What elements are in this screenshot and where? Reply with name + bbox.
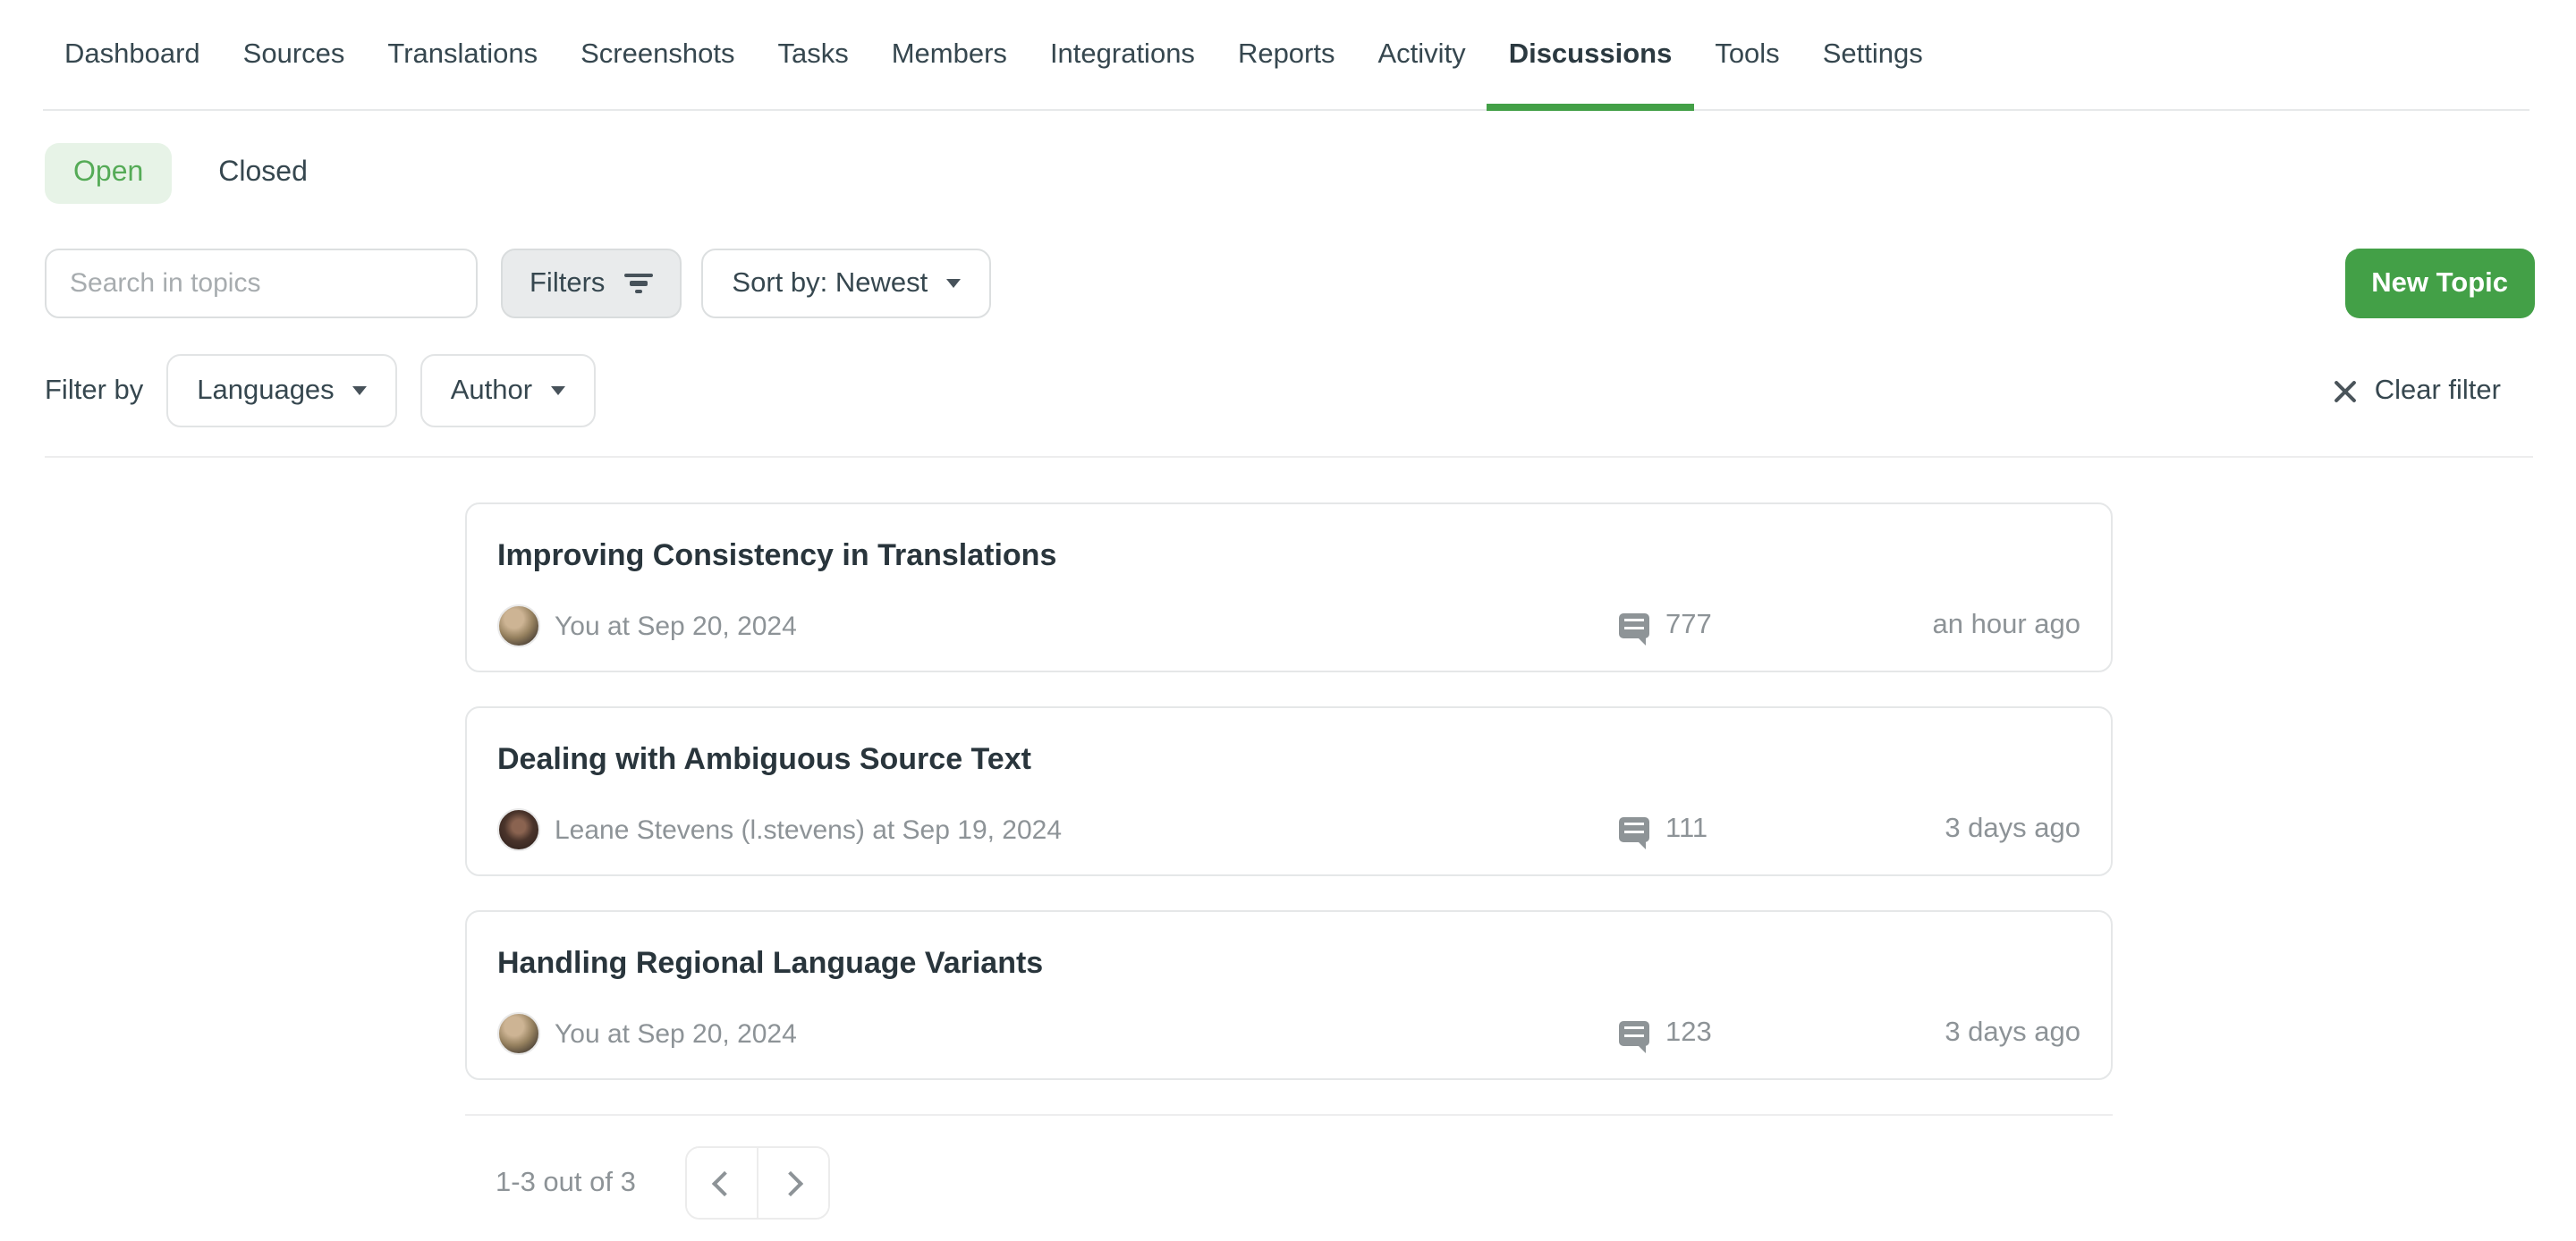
discussion-title[interactable]: Dealing with Ambiguous Source Text bbox=[497, 742, 2080, 778]
toolbar: Filters Sort by: Newest New Topic bbox=[45, 249, 2535, 318]
comment-icon bbox=[1619, 614, 1649, 638]
languages-dropdown-label: Languages bbox=[197, 375, 334, 407]
author-dropdown-label: Author bbox=[451, 375, 532, 407]
languages-dropdown[interactable]: Languages bbox=[166, 354, 396, 427]
nav-item-tools[interactable]: Tools bbox=[1693, 0, 1801, 109]
comment-icon bbox=[1619, 1022, 1649, 1046]
comment-counter: 111 bbox=[1619, 814, 1707, 846]
page-summary: 1-3 out of 3 bbox=[496, 1167, 636, 1199]
nav-item-activity[interactable]: Activity bbox=[1357, 0, 1487, 109]
nav-item-settings[interactable]: Settings bbox=[1801, 0, 1945, 109]
discussion-meta: You at Sep 20, 2024 777 an hour ago bbox=[497, 604, 2080, 647]
nav-item-members[interactable]: Members bbox=[870, 0, 1029, 109]
section-divider bbox=[45, 456, 2533, 458]
discussion-card[interactable]: Handling Regional Language Variants You … bbox=[465, 910, 2113, 1080]
search-input[interactable] bbox=[45, 249, 478, 318]
nav-item-dashboard[interactable]: Dashboard bbox=[43, 0, 222, 109]
nav-item-screenshots[interactable]: Screenshots bbox=[559, 0, 756, 109]
nav-item-reports[interactable]: Reports bbox=[1216, 0, 1357, 109]
nav-item-discussions[interactable]: Discussions bbox=[1487, 0, 1694, 109]
time-ago: 3 days ago bbox=[1945, 1017, 2080, 1050]
nav-item-integrations[interactable]: Integrations bbox=[1029, 0, 1216, 109]
chevron-right-icon bbox=[779, 1170, 804, 1195]
new-topic-button[interactable]: New Topic bbox=[2344, 249, 2535, 318]
comment-count: 123 bbox=[1665, 1017, 1712, 1050]
new-topic-button-label: New Topic bbox=[2371, 267, 2508, 300]
clear-filter-label: Clear filter bbox=[2375, 375, 2501, 407]
nav-item-sources[interactable]: Sources bbox=[222, 0, 367, 109]
status-tabs: Open Closed bbox=[45, 143, 2576, 204]
nav-item-translations[interactable]: Translations bbox=[366, 0, 559, 109]
comment-count: 777 bbox=[1665, 610, 1712, 642]
meta-right: 777 an hour ago bbox=[1619, 610, 2080, 642]
chevron-down-icon bbox=[550, 386, 564, 395]
page: Dashboard Sources Translations Screensho… bbox=[0, 0, 2576, 1241]
filter-bar: Filter by Languages Author Clear filter bbox=[45, 354, 2501, 427]
discussion-title[interactable]: Improving Consistency in Translations bbox=[497, 538, 2080, 574]
author-dropdown[interactable]: Author bbox=[420, 354, 595, 427]
chevron-down-icon bbox=[945, 279, 960, 288]
author-line: You at Sep 20, 2024 bbox=[555, 611, 797, 641]
discussion-meta: Leane Stevens (l.stevens) at Sep 19, 202… bbox=[497, 808, 2080, 851]
discussion-list: Improving Consistency in Translations Yo… bbox=[465, 502, 2113, 1080]
tab-open[interactable]: Open bbox=[45, 143, 172, 204]
top-nav: Dashboard Sources Translations Screensho… bbox=[43, 0, 2529, 111]
comment-icon bbox=[1619, 818, 1649, 842]
avatar bbox=[497, 808, 540, 851]
filter-lines-icon bbox=[623, 273, 653, 293]
discussion-card[interactable]: Dealing with Ambiguous Source Text Leane… bbox=[465, 706, 2113, 876]
chevron-down-icon bbox=[352, 386, 367, 395]
pagination: 1-3 out of 3 bbox=[496, 1146, 2576, 1220]
next-page-button[interactable] bbox=[758, 1148, 829, 1218]
discussion-meta: You at Sep 20, 2024 123 3 days ago bbox=[497, 1012, 2080, 1055]
list-end-divider bbox=[465, 1114, 2113, 1116]
discussion-title[interactable]: Handling Regional Language Variants bbox=[497, 946, 2080, 982]
meta-right: 111 3 days ago bbox=[1619, 814, 2080, 846]
sort-dropdown[interactable]: Sort by: Newest bbox=[701, 249, 990, 318]
time-ago: an hour ago bbox=[1933, 610, 2081, 642]
filter-by-label: Filter by bbox=[45, 375, 143, 407]
prev-page-button[interactable] bbox=[688, 1148, 758, 1218]
tab-closed[interactable]: Closed bbox=[218, 143, 308, 204]
meta-right: 123 3 days ago bbox=[1619, 1017, 2080, 1050]
avatar bbox=[497, 1012, 540, 1055]
nav-item-tasks[interactable]: Tasks bbox=[756, 0, 869, 109]
filters-button-label: Filters bbox=[530, 267, 605, 300]
avatar bbox=[497, 604, 540, 647]
chevron-left-icon bbox=[713, 1170, 738, 1195]
clear-filter-button[interactable]: Clear filter bbox=[2334, 375, 2501, 407]
comment-counter: 777 bbox=[1619, 610, 1712, 642]
comment-counter: 123 bbox=[1619, 1017, 1712, 1050]
filters-button[interactable]: Filters bbox=[501, 249, 682, 318]
close-icon bbox=[2334, 378, 2359, 403]
sort-dropdown-label: Sort by: Newest bbox=[732, 267, 928, 300]
discussion-card[interactable]: Improving Consistency in Translations Yo… bbox=[465, 502, 2113, 672]
comment-count: 111 bbox=[1665, 814, 1707, 846]
pager bbox=[686, 1146, 831, 1220]
time-ago: 3 days ago bbox=[1945, 814, 2080, 846]
author-line: You at Sep 20, 2024 bbox=[555, 1018, 797, 1049]
author-line: Leane Stevens (l.stevens) at Sep 19, 202… bbox=[555, 815, 1062, 845]
